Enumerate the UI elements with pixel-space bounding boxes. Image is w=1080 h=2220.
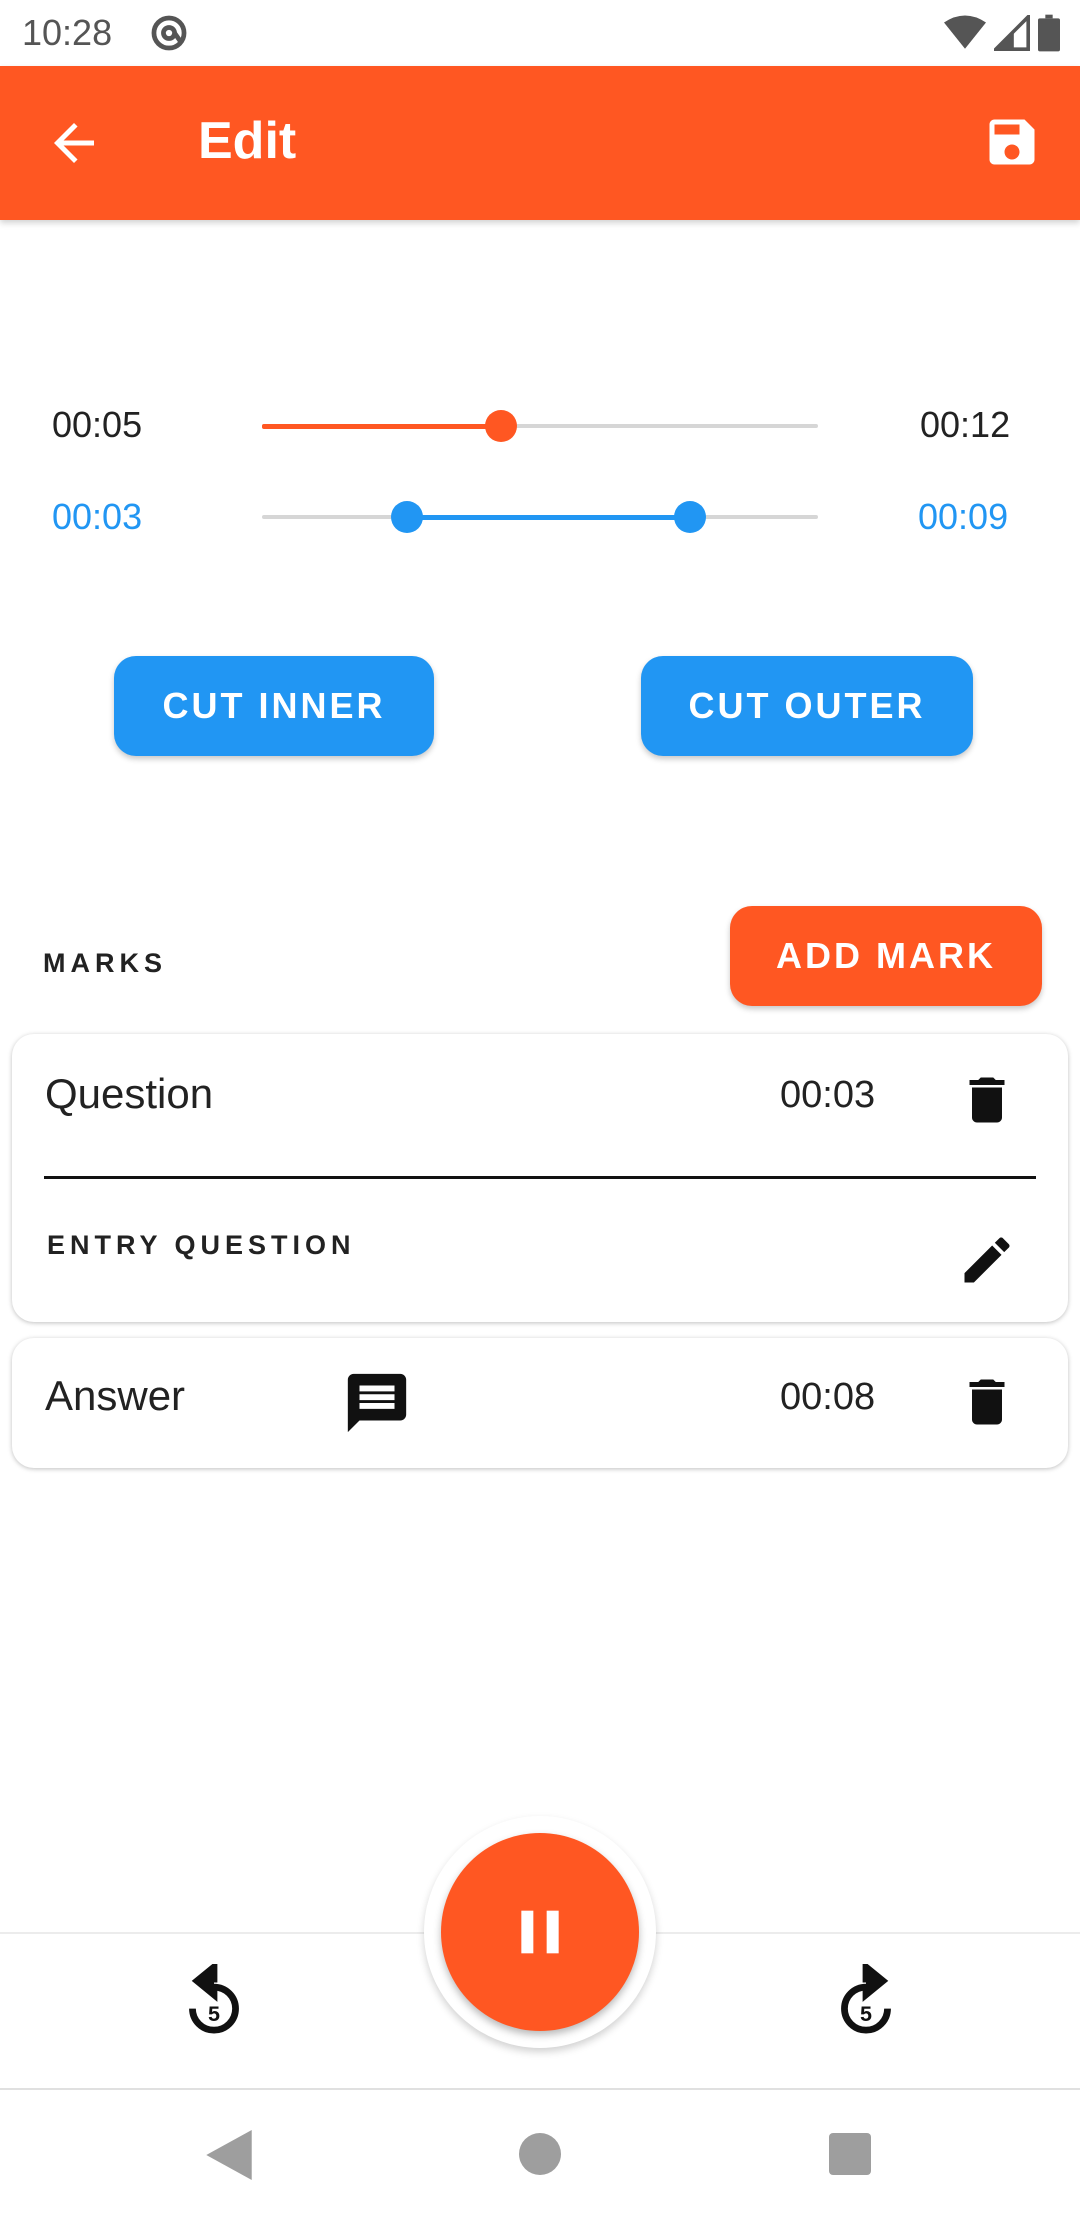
status-icons — [944, 14, 1060, 52]
nav-recents-icon[interactable] — [829, 2133, 871, 2175]
at-sign-icon — [151, 15, 187, 51]
mark-title: Question — [45, 1070, 214, 1117]
app-bar: Edit — [0, 66, 1080, 220]
rewind-seconds: 5 — [208, 2002, 220, 2026]
pause-icon — [521, 1910, 559, 1954]
comment-icon[interactable] — [342, 1368, 412, 1438]
add-mark-button[interactable]: ADD MARK — [730, 906, 1042, 1006]
current-time: 00:05 — [52, 404, 143, 445]
edit-icon[interactable] — [957, 1230, 1017, 1290]
mark-title: Answer — [45, 1372, 186, 1419]
mark-time: 00:03 — [780, 1074, 876, 1116]
save-icon[interactable] — [982, 112, 1042, 172]
playback-thumb[interactable] — [485, 410, 518, 442]
battery-icon — [1038, 14, 1060, 52]
status-time: 10:28 — [22, 12, 113, 53]
nav-back-icon[interactable] — [205, 2130, 253, 2180]
forward-5-icon[interactable]: 5 — [828, 1964, 904, 2044]
status-bar: 10:28 — [0, 0, 1080, 66]
page-title: Edit — [198, 112, 297, 170]
delete-icon[interactable] — [957, 1070, 1017, 1130]
back-arrow-icon[interactable] — [44, 113, 104, 173]
range-end-thumb[interactable] — [674, 501, 707, 533]
cut-inner-button[interactable]: CUT INNER — [114, 656, 434, 756]
replay-5-icon[interactable]: 5 — [176, 1964, 252, 2044]
system-nav-bar — [0, 2090, 1080, 2220]
marks-label: MARKS — [43, 948, 167, 978]
range-start-thumb[interactable] — [390, 501, 423, 533]
playback-progress — [262, 424, 502, 429]
total-time: 00:12 — [920, 404, 1011, 445]
range-start-time: 00:03 — [52, 496, 143, 537]
range-end-time: 00:09 — [918, 496, 1009, 537]
pause-button[interactable] — [441, 1833, 639, 2031]
cut-outer-button[interactable]: CUT OUTER — [641, 656, 973, 756]
forward-seconds: 5 — [860, 2002, 872, 2026]
signal-icon — [994, 15, 1030, 51]
wifi-icon — [944, 15, 986, 49]
mark-card-answer[interactable]: Answer 00:08 — [12, 1338, 1068, 1468]
mark-time: 00:08 — [780, 1376, 876, 1418]
mark-card-question[interactable]: Question 00:03 ENTRY QUESTION — [12, 1034, 1068, 1322]
nav-home-icon[interactable] — [519, 2133, 561, 2175]
mark-note: ENTRY QUESTION — [47, 1230, 356, 1260]
mark-divider — [44, 1176, 1036, 1179]
delete-icon[interactable] — [957, 1372, 1017, 1432]
range-selection — [406, 515, 691, 520]
